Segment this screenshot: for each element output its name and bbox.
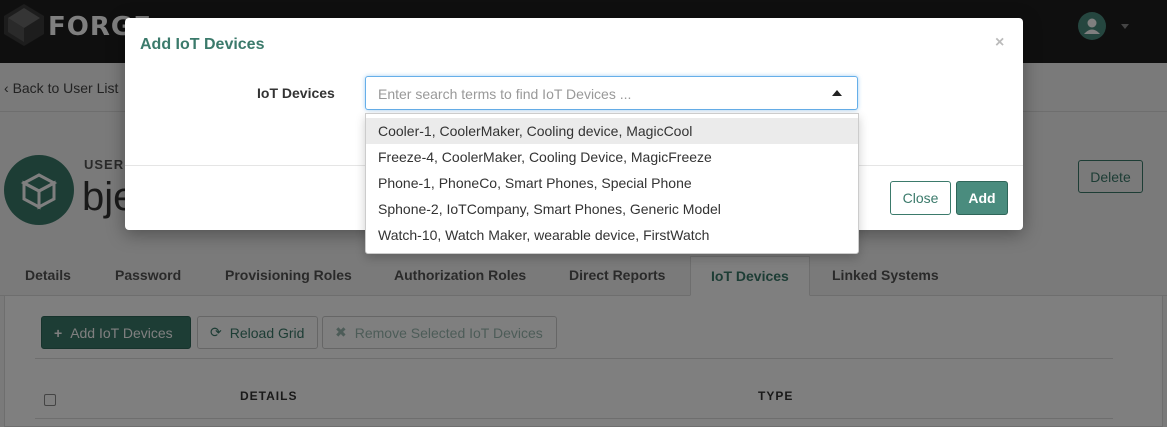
chevron-up-icon[interactable] <box>832 90 842 96</box>
dialog-title: Add IoT Devices <box>140 36 265 53</box>
iot-devices-field-label: IoT Devices <box>257 85 335 101</box>
dropdown-option[interactable]: Cooler-1, CoolerMaker, Cooling device, M… <box>366 118 858 144</box>
dropdown-option[interactable]: Phone-1, PhoneCo, Smart Phones, Special … <box>366 170 858 196</box>
iot-devices-select[interactable] <box>365 76 858 110</box>
iot-devices-dropdown: Cooler-1, CoolerMaker, Cooling device, M… <box>365 113 859 254</box>
dropdown-option[interactable]: Sphone-2, IoTCompany, Smart Phones, Gene… <box>366 196 858 222</box>
close-icon[interactable]: × <box>995 34 1004 52</box>
dropdown-option[interactable]: Freeze-4, CoolerMaker, Cooling Device, M… <box>366 144 858 170</box>
dropdown-option[interactable]: Watch-10, Watch Maker, wearable device, … <box>366 222 858 248</box>
add-button[interactable]: Add <box>956 181 1008 215</box>
iot-devices-search-input[interactable] <box>378 84 818 104</box>
close-button[interactable]: Close <box>890 181 951 215</box>
